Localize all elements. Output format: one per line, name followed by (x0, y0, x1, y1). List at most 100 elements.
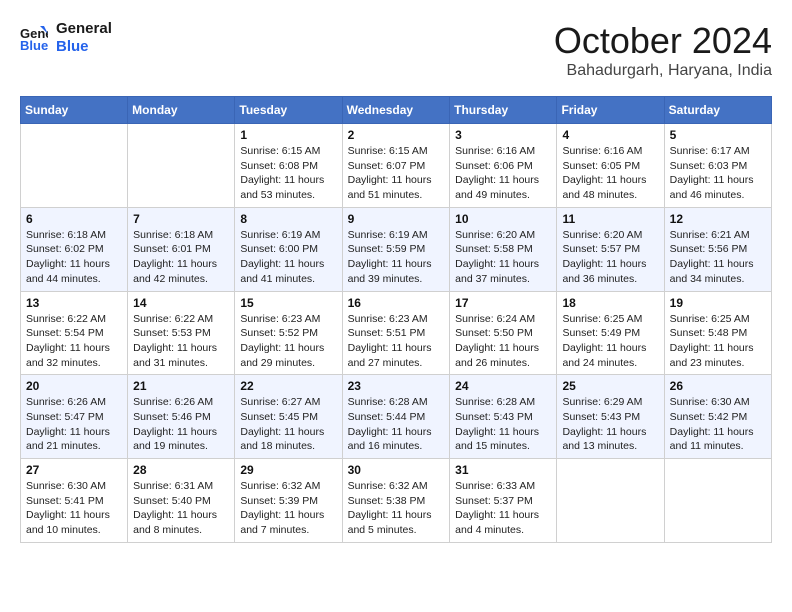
day-info: Sunrise: 6:19 AMSunset: 6:00 PMDaylight:… (240, 228, 336, 287)
calendar-cell (664, 459, 771, 543)
logo-text-general: General (56, 20, 112, 38)
calendar-cell: 10Sunrise: 6:20 AMSunset: 5:58 PMDayligh… (450, 207, 557, 291)
day-info: Sunrise: 6:20 AMSunset: 5:57 PMDaylight:… (562, 228, 658, 287)
calendar-week-row: 13 Sunrise: 6:22 AMSunset: 5:54 PMDayligh… (21, 291, 772, 375)
weekday-header-row: SundayMondayTuesdayWednesdayThursdayFrid… (21, 97, 772, 124)
calendar-week-row: 6 Sunrise: 6:18 AMSunset: 6:02 PMDaylight… (21, 207, 772, 291)
day-number: 4 (562, 128, 658, 142)
svg-text:Blue: Blue (20, 38, 48, 52)
calendar-cell: 27 Sunrise: 6:30 AMSunset: 5:41 PMDayligh… (21, 459, 128, 543)
calendar-cell: 2Sunrise: 6:15 AMSunset: 6:07 PMDaylight… (342, 124, 450, 208)
calendar-cell: 13 Sunrise: 6:22 AMSunset: 5:54 PMDayligh… (21, 291, 128, 375)
day-info: Sunrise: 6:16 AMSunset: 6:05 PMDaylight:… (562, 144, 658, 203)
weekday-header-friday: Friday (557, 97, 664, 124)
day-info: Sunrise: 6:19 AMSunset: 5:59 PMDaylight:… (348, 228, 445, 287)
calendar-week-row: 20 Sunrise: 6:26 AMSunset: 5:47 PMDayligh… (21, 375, 772, 459)
day-info: Sunrise: 6:29 AMSunset: 5:43 PMDaylight:… (562, 395, 658, 454)
title-block: October 2024 Bahadurgarh, Haryana, India (554, 20, 772, 80)
logo: General Blue General Blue (20, 20, 112, 56)
day-number: 7 (133, 212, 229, 226)
calendar-cell: 18Sunrise: 6:25 AMSunset: 5:49 PMDayligh… (557, 291, 664, 375)
weekday-header-thursday: Thursday (450, 97, 557, 124)
day-number: 11 (562, 212, 658, 226)
day-info: Sunrise: 6:25 AMSunset: 5:48 PMDaylight:… (670, 312, 766, 371)
day-info: Sunrise: 6:21 AMSunset: 5:56 PMDaylight:… (670, 228, 766, 287)
day-number: 31 (455, 463, 551, 477)
day-number: 17 (455, 296, 551, 310)
day-info: Sunrise: 6:28 AMSunset: 5:43 PMDaylight:… (455, 395, 551, 454)
day-number: 28 (133, 463, 229, 477)
day-number: 18 (562, 296, 658, 310)
day-info: Sunrise: 6:24 AMSunset: 5:50 PMDaylight:… (455, 312, 551, 371)
calendar-cell: 17 Sunrise: 6:24 AMSunset: 5:50 PMDayligh… (450, 291, 557, 375)
calendar-cell: 15Sunrise: 6:23 AMSunset: 5:52 PMDayligh… (235, 291, 342, 375)
day-number: 14 (133, 296, 229, 310)
day-info: Sunrise: 6:15 AMSunset: 6:08 PMDaylight:… (240, 144, 336, 203)
day-info: Sunrise: 6:26 AMSunset: 5:46 PMDaylight:… (133, 395, 229, 454)
day-info: Sunrise: 6:28 AMSunset: 5:44 PMDaylight:… (348, 395, 445, 454)
day-info: Sunrise: 6:16 AMSunset: 6:06 PMDaylight:… (455, 144, 551, 203)
calendar-cell: 23 Sunrise: 6:28 AMSunset: 5:44 PMDayligh… (342, 375, 450, 459)
weekday-header-saturday: Saturday (664, 97, 771, 124)
day-number: 21 (133, 379, 229, 393)
day-number: 9 (348, 212, 445, 226)
day-number: 13 (26, 296, 122, 310)
day-info: Sunrise: 6:15 AMSunset: 6:07 PMDaylight:… (348, 144, 445, 203)
weekday-header-wednesday: Wednesday (342, 97, 450, 124)
day-number: 22 (240, 379, 336, 393)
day-number: 27 (26, 463, 122, 477)
day-info: Sunrise: 6:22 AMSunset: 5:53 PMDaylight:… (133, 312, 229, 371)
calendar-cell: 11 Sunrise: 6:20 AMSunset: 5:57 PMDayligh… (557, 207, 664, 291)
calendar-cell: 14 Sunrise: 6:22 AMSunset: 5:53 PMDayligh… (128, 291, 235, 375)
calendar-cell: 8 Sunrise: 6:19 AMSunset: 6:00 PMDaylight… (235, 207, 342, 291)
day-info: Sunrise: 6:32 AMSunset: 5:38 PMDaylight:… (348, 479, 445, 538)
calendar-week-row: 27 Sunrise: 6:30 AMSunset: 5:41 PMDayligh… (21, 459, 772, 543)
day-info: Sunrise: 6:22 AMSunset: 5:54 PMDaylight:… (26, 312, 122, 371)
day-info: Sunrise: 6:30 AMSunset: 5:41 PMDaylight:… (26, 479, 122, 538)
day-info: Sunrise: 6:17 AMSunset: 6:03 PMDaylight:… (670, 144, 766, 203)
calendar-cell: 31 Sunrise: 6:33 AMSunset: 5:37 PMDayligh… (450, 459, 557, 543)
day-info: Sunrise: 6:23 AMSunset: 5:52 PMDaylight:… (240, 312, 336, 371)
day-info: Sunrise: 6:30 AMSunset: 5:42 PMDaylight:… (670, 395, 766, 454)
day-number: 3 (455, 128, 551, 142)
calendar-cell (128, 124, 235, 208)
day-number: 20 (26, 379, 122, 393)
logo-text-blue: Blue (56, 38, 112, 56)
day-number: 10 (455, 212, 551, 226)
day-info: Sunrise: 6:18 AMSunset: 6:02 PMDaylight:… (26, 228, 122, 287)
day-info: Sunrise: 6:18 AMSunset: 6:01 PMDaylight:… (133, 228, 229, 287)
day-number: 30 (348, 463, 445, 477)
day-info: Sunrise: 6:33 AMSunset: 5:37 PMDaylight:… (455, 479, 551, 538)
calendar-cell: 19Sunrise: 6:25 AMSunset: 5:48 PMDayligh… (664, 291, 771, 375)
day-number: 26 (670, 379, 766, 393)
calendar-cell: 4 Sunrise: 6:16 AMSunset: 6:05 PMDaylight… (557, 124, 664, 208)
day-number: 16 (348, 296, 445, 310)
calendar-cell: 9 Sunrise: 6:19 AMSunset: 5:59 PMDaylight… (342, 207, 450, 291)
day-info: Sunrise: 6:27 AMSunset: 5:45 PMDaylight:… (240, 395, 336, 454)
page-header: General Blue General Blue October 2024 B… (20, 20, 772, 80)
day-number: 23 (348, 379, 445, 393)
calendar-cell: 5 Sunrise: 6:17 AMSunset: 6:03 PMDaylight… (664, 124, 771, 208)
calendar-cell: 6 Sunrise: 6:18 AMSunset: 6:02 PMDaylight… (21, 207, 128, 291)
location: Bahadurgarh, Haryana, India (554, 62, 772, 80)
calendar-cell: 16Sunrise: 6:23 AMSunset: 5:51 PMDayligh… (342, 291, 450, 375)
calendar-cell (557, 459, 664, 543)
weekday-header-sunday: Sunday (21, 97, 128, 124)
calendar-week-row: 1 Sunrise: 6:15 AMSunset: 6:08 PMDaylight… (21, 124, 772, 208)
calendar-cell: 26 Sunrise: 6:30 AMSunset: 5:42 PMDayligh… (664, 375, 771, 459)
day-number: 8 (240, 212, 336, 226)
day-info: Sunrise: 6:32 AMSunset: 5:39 PMDaylight:… (240, 479, 336, 538)
day-number: 5 (670, 128, 766, 142)
calendar-cell: 22 Sunrise: 6:27 AMSunset: 5:45 PMDayligh… (235, 375, 342, 459)
calendar-cell (21, 124, 128, 208)
weekday-header-monday: Monday (128, 97, 235, 124)
day-number: 6 (26, 212, 122, 226)
calendar-cell: 29Sunrise: 6:32 AMSunset: 5:39 PMDayligh… (235, 459, 342, 543)
calendar-cell: 1 Sunrise: 6:15 AMSunset: 6:08 PMDaylight… (235, 124, 342, 208)
calendar-cell: 7 Sunrise: 6:18 AMSunset: 6:01 PMDaylight… (128, 207, 235, 291)
weekday-header-tuesday: Tuesday (235, 97, 342, 124)
calendar-cell: 25Sunrise: 6:29 AMSunset: 5:43 PMDayligh… (557, 375, 664, 459)
day-info: Sunrise: 6:26 AMSunset: 5:47 PMDaylight:… (26, 395, 122, 454)
month-title: October 2024 (554, 20, 772, 62)
day-number: 1 (240, 128, 336, 142)
